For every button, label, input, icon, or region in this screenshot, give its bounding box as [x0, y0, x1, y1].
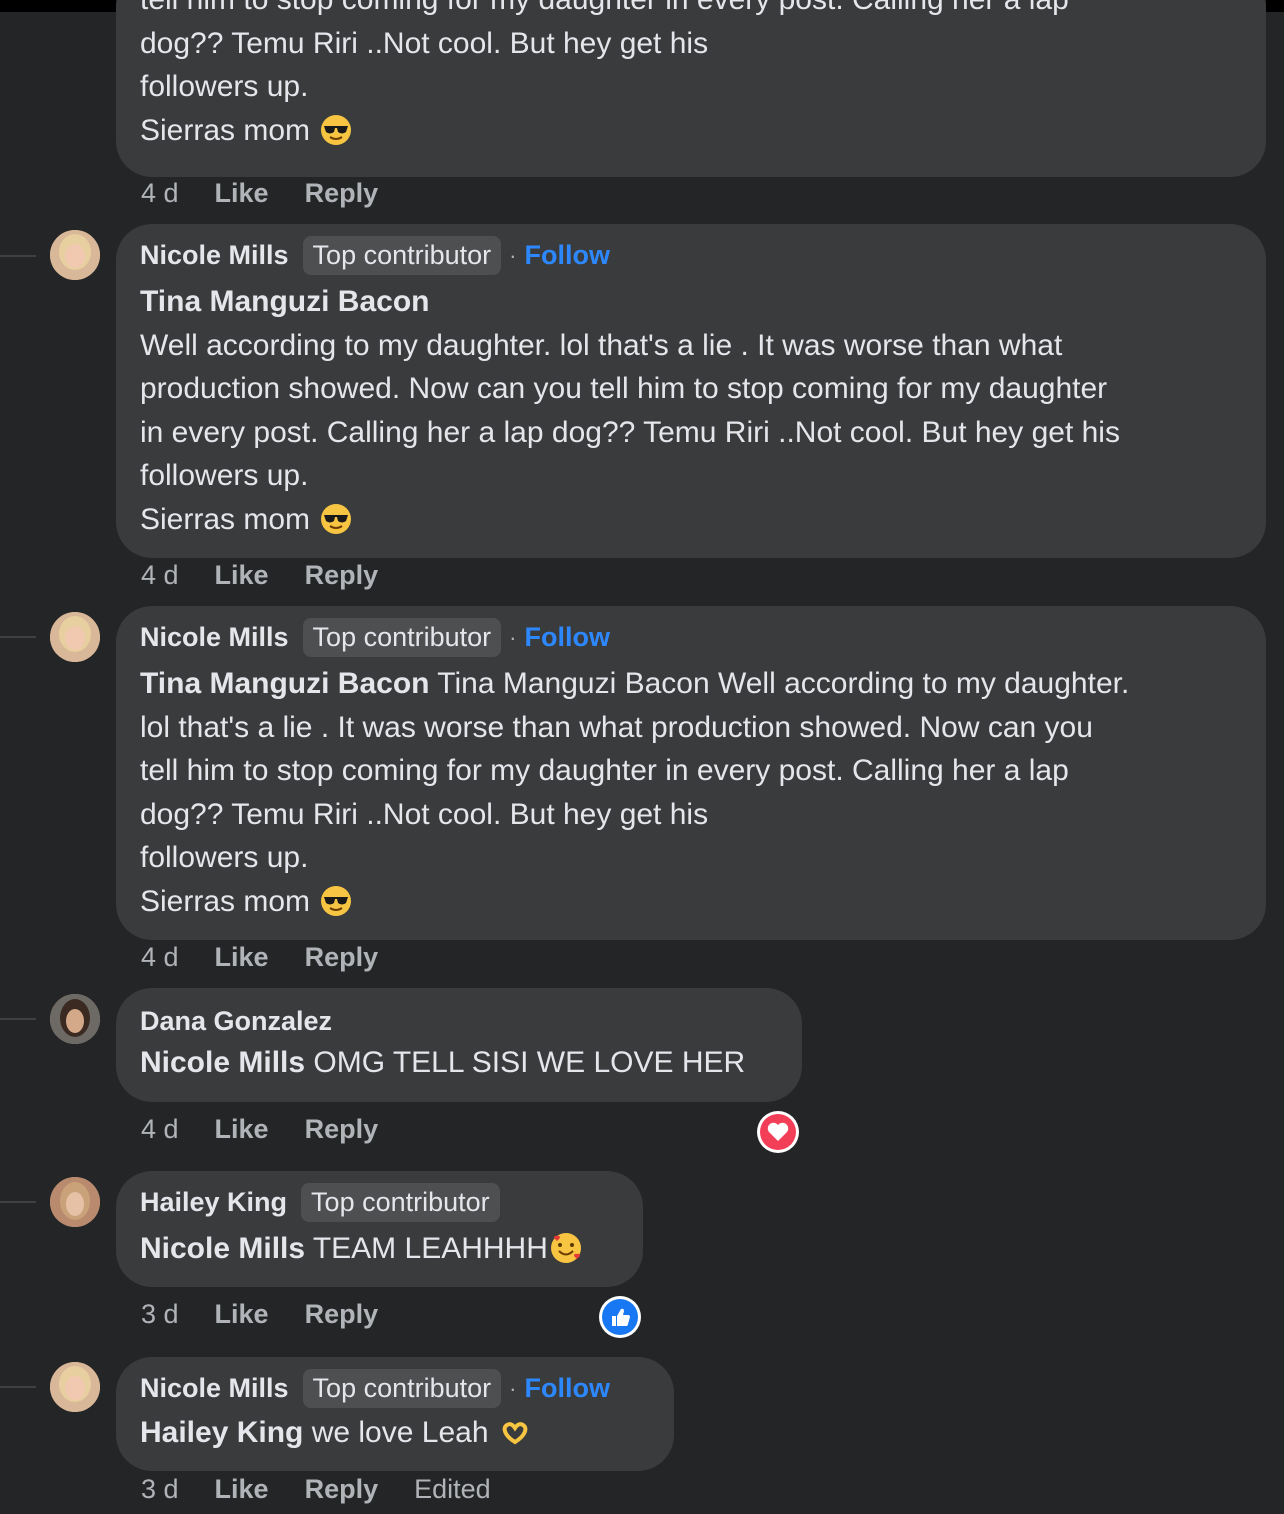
top-contributor-badge: Top contributor [301, 1183, 500, 1222]
comment-line: Tina Manguzi Bacon Well according to my … [429, 667, 1130, 700]
comment-line: Sierras mom [140, 880, 1242, 924]
comment-timestamp[interactable]: 3 d [141, 1299, 179, 1330]
comment-text: Hailey King we love Leah [140, 1411, 650, 1455]
like-button[interactable]: Like [215, 1474, 269, 1505]
comment-line: in every post. Calling her a lap dog?? T… [140, 415, 1120, 449]
comment-actions: 3 d Like Reply Edited [141, 1474, 491, 1505]
follow-button[interactable]: Follow [524, 1373, 609, 1404]
comment-text: tell him to stop coming for my daughter … [140, 0, 1242, 152]
follow-button[interactable]: Follow [524, 622, 609, 653]
reply-button[interactable]: Reply [305, 1299, 379, 1330]
comment-line: followers up. [140, 70, 309, 103]
sunglasses-emoji-icon [321, 885, 352, 916]
top-contributor-badge: Top contributor [302, 618, 502, 657]
comment-line: Sierras mom [140, 498, 1242, 542]
comment-author[interactable]: Nicole Mills [140, 1373, 289, 1404]
tagged-user[interactable]: Nicole Mills [140, 1232, 305, 1265]
reply-button[interactable]: Reply [305, 560, 379, 591]
edited-label: Edited [414, 1474, 491, 1504]
separator-dot: · [509, 624, 517, 650]
comment-bubble: Hailey King Top contributor Nicole Mills… [116, 1171, 643, 1287]
separator-dot: · [509, 242, 517, 268]
like-button[interactable]: Like [215, 1299, 269, 1330]
avatar[interactable] [50, 994, 100, 1044]
comment-line: tell him to stop coming for my daughter … [140, 0, 1242, 22]
comment-text: Nicole Mills TEAM LEAHHHH [140, 1227, 619, 1271]
comment-timestamp[interactable]: 3 d [141, 1474, 179, 1505]
comment-text: Nicole Mills OMG TELL SISI WE LOVE HER [140, 1041, 778, 1085]
comment-actions: 4 d Like Reply [141, 178, 414, 209]
comment-line: we love Leah [303, 1416, 489, 1449]
comment-line: tell him to stop coming for my daughter … [140, 754, 1069, 787]
reply-button[interactable]: Reply [305, 1474, 379, 1505]
smiling-face-with-hearts-emoji-icon [550, 1233, 581, 1263]
avatar[interactable] [50, 230, 100, 280]
comment-author[interactable]: Nicole Mills [140, 622, 289, 653]
comment-text: Tina Manguzi Bacon Tina Manguzi Bacon We… [140, 662, 1242, 923]
comment-line: TEAM LEAHHHH [305, 1232, 548, 1265]
comment-author[interactable]: Nicole Mills [140, 240, 289, 271]
reply-button[interactable]: Reply [305, 942, 379, 973]
avatar[interactable] [50, 1177, 100, 1227]
comment-text: Tina Manguzi Bacon Well according to my … [140, 280, 1242, 541]
like-reaction-icon[interactable] [599, 1296, 641, 1338]
top-contributor-badge: Top contributor [302, 1369, 502, 1408]
comment-timestamp[interactable]: 4 d [141, 1114, 179, 1145]
love-reaction-icon[interactable] [757, 1111, 799, 1153]
comment-author[interactable]: Hailey King [140, 1187, 287, 1218]
comment-line: dog?? Temu Riri ..Not cool. But hey get … [140, 797, 709, 831]
comment-line: lol that's a lie . It was worse than wha… [140, 710, 1093, 744]
comment-actions: 4 d Like Reply [141, 942, 414, 973]
comment-timestamp[interactable]: 4 d [141, 942, 179, 973]
like-button[interactable]: Like [215, 942, 269, 973]
comment-bubble: Nicole Mills Top contributor · Follow Ti… [116, 606, 1266, 940]
reply-button[interactable]: Reply [305, 178, 379, 209]
comment-timestamp[interactable]: 4 d [141, 178, 179, 209]
thread-connector [0, 255, 36, 257]
top-contributor-badge: Top contributor [302, 236, 502, 275]
separator-dot: · [509, 1375, 517, 1401]
avatar[interactable] [50, 1362, 100, 1412]
comment-line: production showed. Now can you tell him … [140, 372, 1108, 405]
thread-connector [0, 636, 36, 638]
tagged-user[interactable]: Hailey King [140, 1416, 303, 1449]
comment-actions: 4 d Like Reply [141, 1114, 414, 1145]
thread-connector [0, 1018, 36, 1020]
like-button[interactable]: Like [215, 560, 269, 591]
avatar[interactable] [50, 612, 100, 662]
comment-bubble: Nicole Mills Top contributor · Follow Ti… [116, 224, 1266, 558]
sunglasses-emoji-icon [321, 114, 352, 145]
comment-line: dog?? Temu Riri ..Not cool. But hey get … [140, 26, 709, 60]
comment-line: followers up. [140, 841, 309, 874]
like-button[interactable]: Like [215, 178, 269, 209]
comment-actions: 3 d Like Reply [141, 1299, 414, 1330]
reply-button[interactable]: Reply [305, 1114, 379, 1145]
comment-line: OMG TELL SISI WE LOVE HER [305, 1046, 746, 1079]
comment-line: Well according to my daughter. lol that'… [140, 328, 1063, 362]
sunglasses-emoji-icon [321, 503, 352, 534]
comment-author[interactable]: Dana Gonzalez [140, 1006, 332, 1037]
comment-bubble: Dana Gonzalez Nicole Mills OMG TELL SISI… [116, 988, 802, 1102]
comment-bubble: Nicole Mills Top contributor · Follow Ha… [116, 1357, 674, 1471]
comment-bubble: tell him to stop coming for my daughter … [116, 0, 1266, 177]
thread-connector [0, 1386, 36, 1388]
comment-line: Sierras mom [140, 109, 1242, 153]
follow-button[interactable]: Follow [524, 240, 609, 271]
thread-connector [0, 1201, 36, 1203]
tagged-user[interactable]: Nicole Mills [140, 1046, 305, 1079]
comment-line: followers up. [140, 459, 309, 492]
heart-hands-emoji-icon [502, 1422, 527, 1445]
comment-actions: 4 d Like Reply [141, 560, 414, 591]
like-button[interactable]: Like [215, 1114, 269, 1145]
tagged-user[interactable]: Tina Manguzi Bacon [140, 280, 1242, 324]
comment-timestamp[interactable]: 4 d [141, 560, 179, 591]
tagged-user[interactable]: Tina Manguzi Bacon [140, 667, 429, 700]
